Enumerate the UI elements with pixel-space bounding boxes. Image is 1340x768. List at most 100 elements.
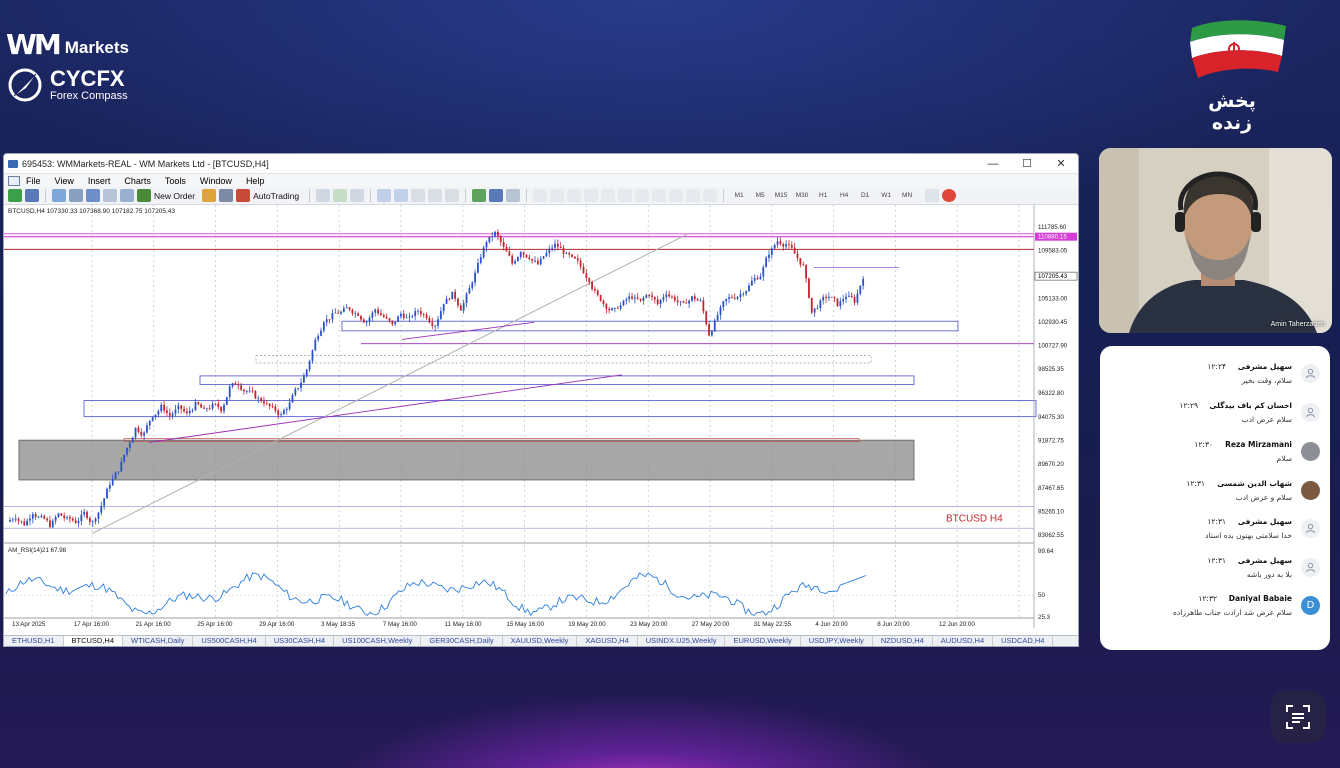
candlestick-icon[interactable] [333, 189, 348, 202]
market-watch-icon[interactable] [52, 189, 66, 202]
text-scan-button[interactable] [1271, 691, 1325, 743]
horizontal-line-icon[interactable] [584, 189, 599, 202]
menu-charts[interactable]: Charts [124, 176, 151, 186]
indicators-icon[interactable] [472, 189, 487, 202]
chat-text: سلام عرض ادب [1241, 415, 1292, 424]
autotrading-icon[interactable] [236, 189, 251, 202]
chart-tab[interactable]: US30CASH,H4 [266, 636, 335, 646]
autotrading-button[interactable]: AutoTrading [253, 191, 299, 201]
candle-body [194, 402, 197, 411]
chart-shift-icon[interactable] [428, 189, 443, 202]
chart-tab[interactable]: EURUSD,Weekly [725, 636, 801, 646]
chart-tab[interactable]: WTICASH,Daily [123, 636, 194, 646]
zoom-out-icon[interactable] [394, 189, 409, 202]
chart-tab[interactable]: US100CASH,Weekly [334, 636, 422, 646]
timeframe-m1[interactable]: M1 [730, 192, 748, 199]
timeframe-m15[interactable]: M15 [772, 192, 790, 199]
btcusd-chart[interactable]: BTCUSD,H4 107330.33 107368.90 107182.75 … [4, 205, 1078, 638]
cursor-icon[interactable] [533, 189, 548, 202]
new-order-button[interactable]: New Order [154, 191, 195, 201]
chat-timestamp: ۱۲:۲۴ [1207, 362, 1226, 371]
channel-icon[interactable] [618, 189, 633, 202]
timeframe-w1[interactable]: W1 [877, 192, 895, 199]
new-order-icon[interactable] [137, 189, 151, 202]
chart-tab[interactable]: XAGUSD,H4 [577, 636, 638, 646]
data-window-icon[interactable] [69, 189, 83, 202]
candle-body [616, 307, 619, 309]
candle-body [365, 321, 368, 323]
presenter-image [1099, 148, 1332, 333]
chart-area[interactable]: BTCUSD,H4 107330.33 107368.90 107182.75 … [4, 205, 1078, 638]
terminal-icon[interactable] [103, 189, 117, 202]
signals-icon[interactable] [219, 189, 234, 202]
menu-window[interactable]: Window [200, 176, 232, 186]
chart-tab[interactable]: USDCAD,H4 [993, 636, 1054, 646]
chart-tab[interactable]: GER30CASH,Daily [421, 636, 503, 646]
timeframe-m5[interactable]: M5 [751, 192, 769, 199]
candle-body [214, 403, 217, 405]
time-tick-label: 7 May 16:00 [383, 621, 418, 628]
chart-tab[interactable]: NZDUSD,H4 [873, 636, 933, 646]
candle-body [245, 390, 248, 392]
templates-icon[interactable] [506, 189, 521, 202]
search-icon[interactable] [925, 189, 940, 202]
timeframe-h4[interactable]: H4 [835, 192, 853, 199]
menu-insert[interactable]: Insert [88, 176, 111, 186]
profiles-icon[interactable] [25, 189, 39, 202]
symbol-watermark: BTCUSD H4 [946, 514, 1003, 525]
chart-tab[interactable]: US500CASH,H4 [193, 636, 266, 646]
metaeditor-icon[interactable] [202, 189, 217, 202]
candle-body [722, 301, 725, 308]
navigator-icon[interactable] [86, 189, 100, 202]
menu-view[interactable]: View [55, 176, 74, 186]
menu-file[interactable]: File [26, 176, 41, 186]
candle-body [451, 291, 454, 300]
candle-body [23, 521, 26, 526]
timeframe-m30[interactable]: M30 [793, 192, 811, 199]
price-tick-label: 102930.45 [1038, 319, 1068, 326]
timeframe-mn[interactable]: MN [898, 192, 916, 199]
chart-tab[interactable]: AUDUSD,H4 [933, 636, 994, 646]
notifications-icon[interactable] [942, 189, 957, 202]
timeframe-h1[interactable]: H1 [814, 192, 832, 199]
chart-tab[interactable]: USINDX.U25,Weekly [638, 636, 726, 646]
arrows-icon[interactable] [703, 189, 718, 202]
timeframe-d1[interactable]: D1 [856, 192, 874, 199]
chart-tab[interactable]: ETHUSD,H1 [4, 636, 64, 646]
candle-body [137, 427, 140, 432]
candle-body [234, 383, 237, 385]
menu-tools[interactable]: Tools [165, 176, 186, 186]
candle-body [750, 280, 753, 286]
maximize-icon[interactable]: ☐ [1010, 157, 1044, 170]
chart-tab[interactable]: USDJPY,Weekly [801, 636, 873, 646]
candle-body [596, 290, 599, 296]
candle-body [611, 308, 613, 311]
rectangle-tool-icon[interactable] [686, 189, 701, 202]
zoom-in-icon[interactable] [377, 189, 392, 202]
fibonacci-icon[interactable] [635, 189, 650, 202]
new-chart-icon[interactable] [8, 189, 22, 202]
minimize-icon[interactable]: — [976, 158, 1010, 170]
candle-body [69, 517, 71, 519]
tester-icon[interactable] [120, 189, 134, 202]
candle-body [574, 256, 576, 259]
autoscroll-icon[interactable] [445, 189, 460, 202]
crosshair-icon[interactable] [550, 189, 565, 202]
candle-body [131, 437, 134, 443]
tile-windows-icon[interactable] [411, 189, 426, 202]
chart-tab[interactable]: BTCUSD,H4 [63, 636, 124, 646]
label-tool-icon[interactable] [669, 189, 684, 202]
vertical-line-icon[interactable] [567, 189, 582, 202]
candle-body [400, 313, 402, 317]
periods-icon[interactable] [489, 189, 504, 202]
text-tool-icon[interactable] [652, 189, 667, 202]
candle-body [143, 432, 146, 436]
candle-body [711, 331, 713, 336]
chart-tab[interactable]: XAUUSD,Weekly [503, 636, 578, 646]
bar-chart-icon[interactable] [316, 189, 331, 202]
trendline-icon[interactable] [601, 189, 616, 202]
menu-help[interactable]: Help [246, 176, 265, 186]
candle-body [591, 282, 593, 289]
line-chart-icon[interactable] [350, 189, 365, 202]
close-icon[interactable]: ✕ [1044, 157, 1078, 170]
